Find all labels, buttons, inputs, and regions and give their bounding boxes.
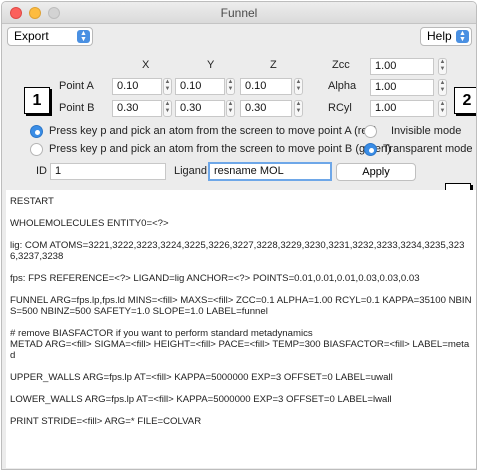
move-point-a-text: Press key p and pick an atom from the sc… [49, 125, 378, 137]
zcc-stepper[interactable]: ▲ ▼ [438, 58, 447, 75]
point-a-x-stepper[interactable]: ▲ ▼ [163, 78, 172, 95]
script-line-print: PRINT STRIDE=<fill> ARG=* FILE=COLVAR [10, 416, 202, 427]
move-point-a-radio[interactable] [30, 124, 43, 138]
rcyl-stepper[interactable]: ▲ ▼ [438, 100, 447, 117]
point-a-y-stepper[interactable]: ▲ ▼ [226, 78, 235, 95]
menu-bar: Export ▲ ▼ Help ▲ ▼ [2, 24, 476, 50]
move-point-a-option[interactable]: Press key p and pick an atom from the sc… [30, 124, 377, 140]
move-point-b-option[interactable]: Press key p and pick an atom from the sc… [30, 142, 391, 158]
move-point-b-text: Press key p and pick an atom from the sc… [49, 143, 391, 155]
help-menu[interactable]: Help ▲ ▼ [420, 27, 472, 46]
callout-2: 2 [454, 87, 476, 114]
export-menu[interactable]: Export ▲ ▼ [7, 27, 93, 46]
y-column-header: Y [207, 59, 215, 71]
move-point-b-radio[interactable] [30, 142, 43, 156]
title-bar: Funnel [2, 2, 476, 24]
id-field[interactable]: 1 [50, 163, 166, 180]
x-column-header: X [142, 59, 150, 71]
point-a-label: Point A [59, 80, 94, 92]
point-a-x-field[interactable]: 0.10 [112, 78, 162, 95]
script-line-comment: # remove BIASFACTOR if you want to perfo… [10, 328, 313, 339]
point-b-z-stepper[interactable]: ▲ ▼ [294, 100, 303, 117]
script-line-fps: fps: FPS REFERENCE=<?> LIGAND=lig ANCHOR… [10, 273, 420, 284]
zcc-column-header: Zcc [332, 59, 350, 71]
zcc-field[interactable]: 1.00 [370, 58, 434, 75]
funnel-window: Funnel Export ▲ ▼ Help ▲ ▼ X Y Z Zcc Point… [1, 1, 477, 470]
updown-arrows-icon: ▲ ▼ [456, 30, 469, 43]
script-line-wholemolecules: WHOLEMOLECULES ENTITY0=<?> [10, 218, 169, 229]
alpha-stepper[interactable]: ▲ ▼ [438, 79, 447, 96]
point-b-x-field[interactable]: 0.30 [112, 100, 162, 117]
script-line-funnel: FUNNEL ARG=fps.lp,fps.ld MINS=<fill> MAX… [10, 295, 472, 317]
export-menu-label: Export [14, 29, 49, 43]
alpha-field[interactable]: 1.00 [370, 79, 434, 96]
point-a-z-stepper[interactable]: ▲ ▼ [294, 78, 303, 95]
rcyl-label: RCyl [328, 102, 352, 114]
point-b-y-field[interactable]: 0.30 [175, 100, 225, 117]
transparent-mode-radio[interactable] [364, 142, 377, 156]
point-a-y-field[interactable]: 0.10 [175, 78, 225, 95]
point-b-x-stepper[interactable]: ▲ ▼ [163, 100, 172, 117]
window-title: Funnel [220, 6, 258, 20]
point-b-y-stepper[interactable]: ▲ ▼ [226, 100, 235, 117]
help-menu-label: Help [427, 29, 452, 43]
invisible-mode-text: Invisible mode [391, 125, 462, 137]
script-line-restart: RESTART [10, 196, 54, 207]
script-line-metad: METAD ARG=<fill> SIGMA=<fill> HEIGHT=<fi… [10, 339, 470, 361]
transparent-mode-text: Transparent mode [383, 143, 473, 155]
apply-button[interactable]: Apply [336, 163, 416, 181]
callout-1: 1 [24, 87, 50, 114]
point-b-label: Point B [59, 102, 95, 114]
plumed-script-area[interactable]: RESTART WHOLEMOLECULES ENTITY0=<?> lig: … [6, 190, 476, 468]
updown-arrows-icon: ▲ ▼ [77, 30, 90, 43]
script-line-lower-walls: LOWER_WALLS ARG=fps.lp AT=<fill> KAPPA=5… [10, 394, 392, 405]
transparent-mode-option[interactable]: Transparent mode [364, 142, 472, 158]
script-line-lig: lig: COM ATOMS=3221,3222,3223,3224,3225,… [10, 240, 465, 262]
point-b-z-field[interactable]: 0.30 [240, 100, 292, 117]
ligand-field[interactable]: resname MOL [208, 162, 332, 181]
invisible-mode-option[interactable]: Invisible mode [364, 124, 461, 140]
alpha-label: Alpha [328, 80, 357, 92]
rcyl-field[interactable]: 1.00 [370, 100, 434, 117]
point-a-z-field[interactable]: 0.10 [240, 78, 292, 95]
id-label: ID [36, 165, 47, 177]
z-column-header: Z [270, 59, 277, 71]
ligand-label: Ligand [174, 165, 208, 177]
script-line-upper-walls: UPPER_WALLS ARG=fps.lp AT=<fill> KAPPA=5… [10, 372, 393, 383]
invisible-mode-radio[interactable] [364, 124, 377, 138]
